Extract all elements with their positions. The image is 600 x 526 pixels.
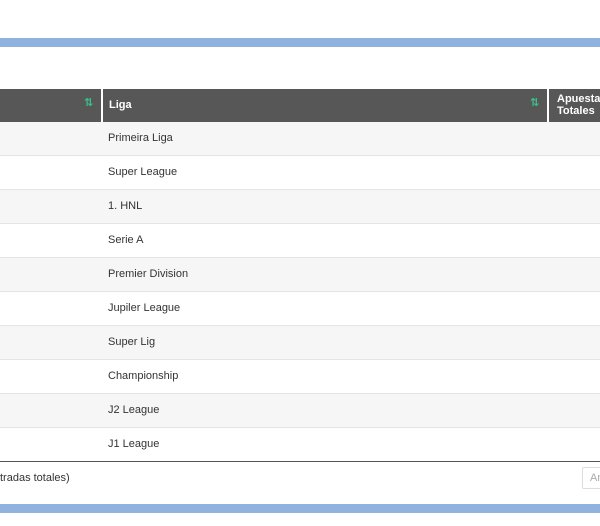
table-row[interactable]: Jupiler League xyxy=(0,292,600,326)
table-cell xyxy=(549,122,600,156)
table-cell xyxy=(0,122,101,156)
leagues-table: ⇅ Liga ⇅ Apuestas Totales Primeira Liga … xyxy=(0,89,600,462)
table-cell xyxy=(0,394,101,428)
table-row[interactable]: J1 League xyxy=(0,428,600,462)
table-header: ⇅ Liga ⇅ Apuestas Totales xyxy=(0,89,600,122)
liga-cell: Primeira Liga xyxy=(108,132,173,144)
liga-cell: J2 League xyxy=(108,404,160,416)
table-row[interactable]: J2 League xyxy=(0,394,600,428)
table-cell xyxy=(549,360,600,394)
table-bottom-border xyxy=(0,461,600,462)
sort-icon[interactable]: ⇅ xyxy=(530,96,539,109)
column-header-label: Apuestas Totales xyxy=(557,93,600,117)
table-body: Primeira Liga Super League 1. HNL Serie … xyxy=(0,122,600,462)
table-row[interactable]: Super Lig xyxy=(0,326,600,360)
column-header-liga[interactable]: Liga ⇅ xyxy=(103,89,547,122)
table-cell xyxy=(549,292,600,326)
table-row[interactable]: Premier Division xyxy=(0,258,600,292)
table-cell xyxy=(0,258,101,292)
table-cell xyxy=(0,360,101,394)
table-cell xyxy=(549,258,600,292)
liga-cell: Serie A xyxy=(108,234,144,246)
table-row[interactable]: Super League xyxy=(0,156,600,190)
table-cell xyxy=(549,224,600,258)
bottom-accent-bar xyxy=(0,504,600,513)
liga-cell: Championship xyxy=(108,370,179,382)
table-cell xyxy=(549,428,600,462)
sort-icon[interactable]: ⇅ xyxy=(84,96,93,109)
table-row[interactable]: 1. HNL xyxy=(0,190,600,224)
table-cell xyxy=(549,394,600,428)
table-info-text: tradas totales) xyxy=(0,472,70,484)
spacer xyxy=(0,47,600,89)
table-row[interactable]: Primeira Liga xyxy=(0,122,600,156)
table-row[interactable]: Championship xyxy=(0,360,600,394)
liga-cell: Super Lig xyxy=(108,336,156,348)
table-cell xyxy=(0,156,101,190)
table-cell xyxy=(0,224,101,258)
table-cell xyxy=(0,428,101,462)
table-cell xyxy=(549,190,600,224)
table-row[interactable]: Serie A xyxy=(0,224,600,258)
table-cell xyxy=(0,326,101,360)
liga-cell: Jupiler League xyxy=(108,302,181,314)
liga-cell: 1. HNL xyxy=(108,200,143,212)
liga-cell: Premier Division xyxy=(108,268,189,280)
column-header-apuestas-totales[interactable]: Apuestas Totales xyxy=(549,89,600,122)
top-accent-bar xyxy=(0,38,600,47)
liga-cell: Super League xyxy=(108,166,178,178)
table-cell xyxy=(549,326,600,360)
column-header-label: Liga xyxy=(109,99,132,111)
table-cell xyxy=(0,190,101,224)
table-cell xyxy=(0,292,101,326)
page-top-area xyxy=(0,0,600,38)
column-header-1[interactable]: ⇅ xyxy=(0,89,101,122)
table-cell xyxy=(549,156,600,190)
liga-cell: J1 League xyxy=(108,438,160,450)
previous-page-button[interactable]: An xyxy=(582,467,600,489)
